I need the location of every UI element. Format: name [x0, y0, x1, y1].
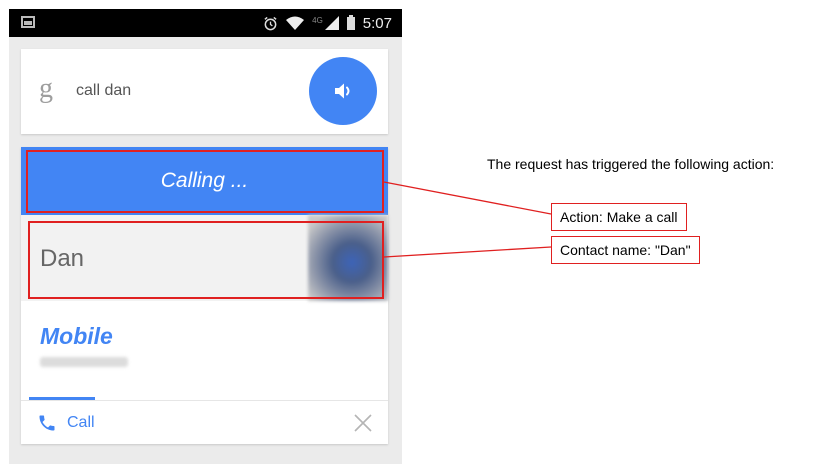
screenshot-icon [21, 16, 35, 28]
call-button[interactable]: Call [37, 413, 95, 433]
battery-icon [346, 14, 355, 30]
voice-search-card: g call dan [21, 49, 388, 134]
signal-icon [324, 16, 339, 30]
call-button-label: Call [67, 414, 95, 431]
speaker-icon [335, 83, 350, 99]
wifi-icon [286, 16, 305, 30]
speaker-button[interactable] [309, 57, 377, 125]
search-query[interactable]: call dan [76, 82, 131, 100]
phone-number-blurred [40, 357, 128, 367]
calling-highlight-box [26, 150, 384, 213]
status-icons: 4G 5:07 [263, 13, 392, 33]
annotation-heading: The request has triggered the following … [487, 156, 775, 172]
phone-type-label: Mobile [40, 323, 113, 349]
network-type-label: 4G [312, 15, 323, 25]
contact-annotation: Contact name: "Dan" [551, 236, 700, 264]
alarm-icon [264, 16, 277, 30]
contact-highlight-box [28, 221, 384, 299]
divider [21, 400, 388, 401]
close-icon[interactable] [351, 411, 375, 435]
status-bar: 4G 5:07 [9, 9, 402, 37]
clock: 5:07 [362, 14, 392, 32]
google-g-icon: g [39, 73, 53, 104]
phone-icon [39, 415, 55, 431]
action-annotation: Action: Make a call [551, 203, 687, 231]
